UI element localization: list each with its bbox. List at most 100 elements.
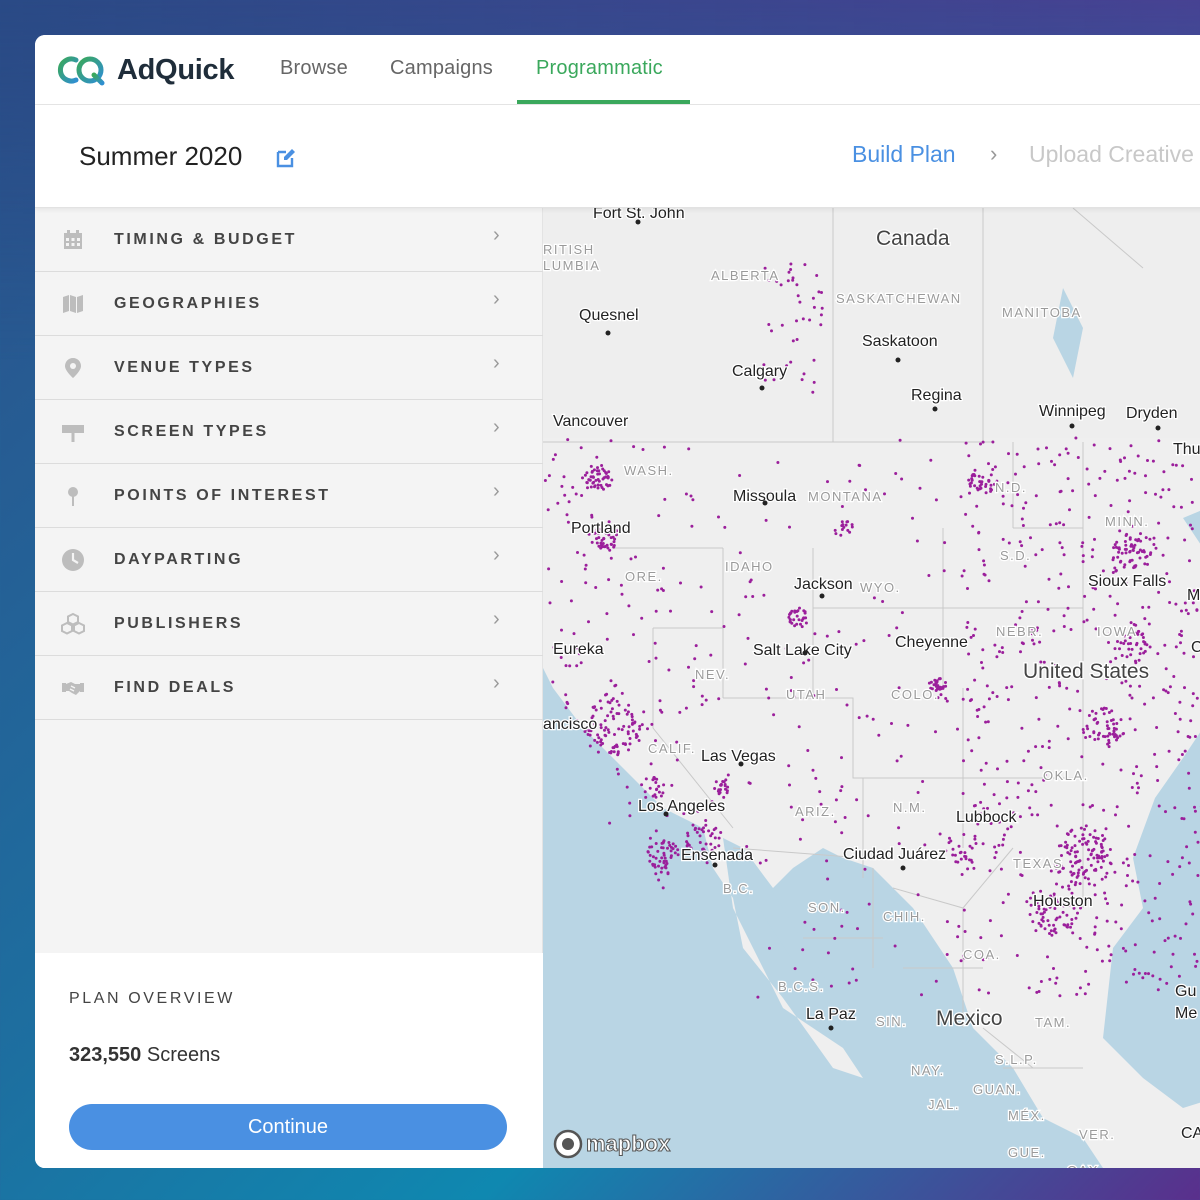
screen-dot bbox=[1108, 594, 1112, 598]
sidebar-item-timing-budget[interactable]: TIMING & BUDGET › bbox=[35, 208, 543, 272]
screen-dot bbox=[605, 483, 608, 487]
screen-dot bbox=[1121, 861, 1125, 865]
screen-dot bbox=[1116, 602, 1120, 606]
step-upload-creative[interactable]: Upload Creative bbox=[1029, 141, 1194, 168]
screen-dot bbox=[1117, 550, 1121, 554]
screen-dot bbox=[1132, 972, 1135, 976]
edit-icon[interactable] bbox=[275, 147, 297, 169]
screen-dot bbox=[673, 851, 677, 855]
screen-dot bbox=[1068, 508, 1071, 512]
screen-dot bbox=[1104, 875, 1108, 879]
screen-dot bbox=[970, 846, 974, 850]
screen-dot bbox=[812, 927, 816, 931]
screen-dot bbox=[987, 579, 991, 583]
screen-dot bbox=[1119, 718, 1123, 722]
screen-dot bbox=[1093, 537, 1096, 541]
sidebar-item-geographies[interactable]: GEOGRAPHIES › bbox=[35, 272, 543, 336]
screen-dot bbox=[1151, 459, 1155, 463]
sidebar-item-venue-types[interactable]: VENUE TYPES › bbox=[35, 336, 543, 400]
sidebar-item-dayparting[interactable]: DAYPARTING › bbox=[35, 528, 543, 592]
screen-dot bbox=[640, 723, 644, 727]
screen-dot bbox=[1034, 745, 1038, 749]
screen-dot bbox=[713, 787, 717, 790]
region-label: GUE. bbox=[1008, 1145, 1046, 1160]
screen-dot bbox=[920, 993, 923, 997]
region-label: MONTANA bbox=[808, 489, 883, 504]
screen-dot bbox=[966, 738, 970, 742]
screen-dot bbox=[678, 710, 682, 714]
screen-dot bbox=[620, 728, 624, 732]
screen-dot bbox=[1180, 634, 1183, 638]
screen-dot bbox=[657, 864, 660, 868]
screen-dot bbox=[1184, 922, 1188, 926]
screen-dot bbox=[686, 834, 690, 838]
country-label: United States bbox=[1023, 660, 1149, 683]
screen-dot bbox=[980, 480, 984, 484]
screen-dot bbox=[866, 814, 870, 818]
screen-dot bbox=[802, 661, 806, 665]
screen-dot bbox=[1036, 600, 1040, 604]
screen-dot bbox=[791, 339, 795, 343]
screen-dot bbox=[1156, 988, 1160, 992]
screen-dot bbox=[1143, 972, 1147, 975]
screen-dot bbox=[602, 537, 606, 541]
screen-dot bbox=[1085, 467, 1089, 471]
screen-dot bbox=[811, 768, 815, 772]
region-label: COLO. bbox=[891, 687, 939, 702]
screen-dot bbox=[1119, 559, 1123, 563]
screen-dot bbox=[847, 981, 851, 985]
sidebar-item-points-of-interest[interactable]: POINTS OF INTEREST › bbox=[35, 464, 543, 528]
screen-dot bbox=[1121, 732, 1125, 736]
screen-dot bbox=[1129, 444, 1133, 448]
screen-dot bbox=[982, 705, 986, 709]
screen-dot bbox=[1035, 911, 1039, 914]
screen-dot bbox=[797, 618, 801, 622]
screen-dot bbox=[601, 467, 605, 471]
screen-dot bbox=[1067, 887, 1071, 891]
nav-campaigns[interactable]: Campaigns bbox=[390, 57, 493, 80]
brand-logo[interactable]: AdQuick bbox=[54, 53, 234, 87]
mapbox-attribution[interactable]: mapbox bbox=[552, 1128, 671, 1160]
screen-dot bbox=[927, 574, 931, 577]
screen-count-value: 323,550 bbox=[69, 1044, 142, 1066]
screen-dot bbox=[1191, 692, 1195, 696]
screen-dot bbox=[1144, 474, 1147, 478]
sidebar-item-publishers[interactable]: PUBLISHERS › bbox=[35, 592, 543, 656]
screen-dot bbox=[1018, 540, 1022, 544]
sidebar-item-find-deals[interactable]: FIND DEALS › bbox=[35, 656, 543, 720]
continue-button[interactable]: Continue bbox=[69, 1104, 507, 1150]
screen-dot bbox=[1113, 870, 1117, 874]
region-label: UTAH bbox=[786, 687, 826, 702]
screen-dot bbox=[801, 948, 805, 952]
screen-dot bbox=[1085, 945, 1089, 949]
screen-dot bbox=[808, 318, 812, 322]
nav-programmatic[interactable]: Programmatic bbox=[536, 57, 663, 80]
screen-dot bbox=[1179, 936, 1182, 940]
screen-dot bbox=[1127, 469, 1131, 473]
screen-dot bbox=[1020, 544, 1024, 548]
screen-dot bbox=[1081, 833, 1085, 837]
sidebar-item-label: PUBLISHERS bbox=[114, 614, 244, 632]
screen-dot bbox=[1124, 980, 1128, 984]
screen-dot bbox=[1138, 548, 1142, 552]
city-label: Thu bbox=[1173, 441, 1200, 458]
screen-dot bbox=[837, 630, 841, 634]
sidebar-item-screen-types[interactable]: SCREEN TYPES › bbox=[35, 400, 543, 464]
screen-dot bbox=[987, 479, 991, 483]
map-canvas[interactable]: Canada United States Mexico RITISHLUMBIA ALB… bbox=[543, 208, 1200, 1168]
nav-browse[interactable]: Browse bbox=[280, 57, 348, 80]
screens-map[interactable]: Canada United States Mexico RITISH LUMBIA ALB… bbox=[543, 208, 1200, 1168]
screen-dot bbox=[714, 780, 718, 784]
screen-dot bbox=[675, 758, 679, 762]
step-build-plan[interactable]: Build Plan bbox=[852, 141, 956, 168]
screen-dot bbox=[1141, 632, 1145, 636]
screen-dot bbox=[1178, 865, 1182, 869]
screen-dot bbox=[1092, 856, 1096, 860]
screen-dot bbox=[986, 720, 990, 724]
screen-dot bbox=[627, 725, 631, 729]
screen-dot bbox=[840, 756, 843, 760]
screen-dot bbox=[648, 786, 652, 790]
screen-dot bbox=[1143, 702, 1147, 706]
screen-dot bbox=[1029, 896, 1032, 900]
mapbox-logo-icon bbox=[553, 1129, 583, 1159]
